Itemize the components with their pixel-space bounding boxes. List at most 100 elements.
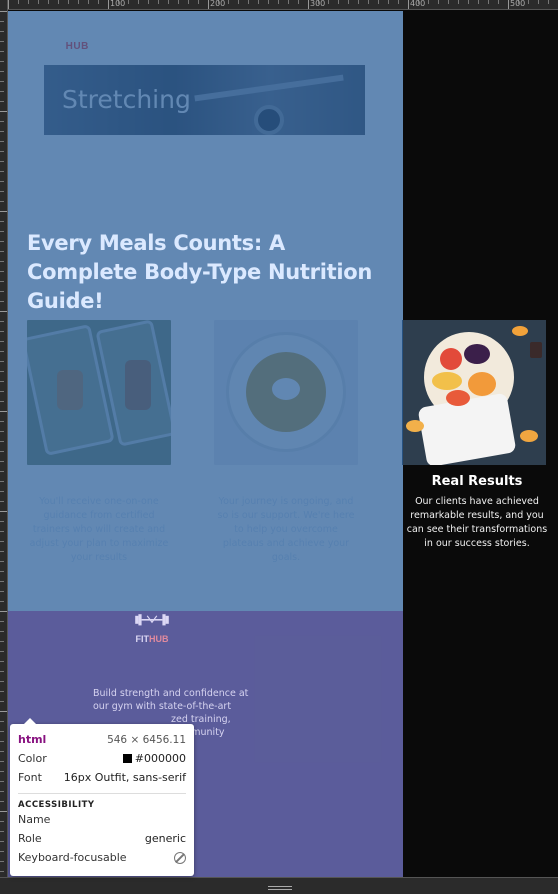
ruler-tick [0, 501, 4, 502]
ruler-tick [58, 0, 59, 4]
ruler-tick [0, 151, 4, 152]
ruler-tick [248, 0, 249, 4]
ruler-tick [0, 31, 4, 32]
ruler-tick [0, 341, 4, 342]
ruler-tick [0, 401, 4, 402]
ruler-tick [478, 0, 479, 4]
ruler-tick [358, 0, 359, 4]
ruler-tick [0, 511, 7, 512]
dumbbell-icon [135, 614, 169, 626]
ruler-tick [0, 771, 4, 772]
ruler-tick [308, 0, 309, 9]
brand-logo[interactable]: FITHUB [46, 21, 92, 52]
ruler-tick [0, 41, 4, 42]
ruler-tick [0, 581, 4, 582]
ruler-tick [0, 841, 4, 842]
inspect-tooltip: html 546 × 6456.11 Color #000000 Font 16… [10, 718, 194, 876]
ruler-tick [138, 0, 139, 4]
ruler-label: 500 [510, 0, 526, 8]
ruler-tick [228, 0, 229, 4]
ruler-tick [0, 541, 4, 542]
ruler-tick [298, 0, 299, 4]
color-value: #000000 [122, 752, 186, 765]
ruler-tick [428, 0, 429, 4]
resize-handle-icon[interactable] [268, 886, 292, 890]
color-swatch [122, 754, 132, 763]
ruler-tick [0, 691, 4, 692]
ruler-tick [0, 761, 4, 762]
ruler-tick [0, 201, 4, 202]
devtools-resize-bar[interactable] [0, 877, 558, 894]
ruler-tick [0, 861, 4, 862]
card-description: You'll receive one-on-one guidance from … [29, 496, 169, 563]
ruler-tick [198, 0, 199, 4]
ruler-tick [0, 91, 4, 92]
ruler-tick [88, 0, 89, 4]
ruler-tick [108, 0, 109, 9]
ruler-tick [378, 0, 379, 4]
ruler-tick [238, 0, 239, 4]
brand-wordmark: FITHUB [49, 41, 89, 52]
ruler-tick [188, 0, 189, 4]
role-value: generic [144, 832, 186, 845]
ruler-tick [0, 831, 4, 832]
ruler-tick [408, 0, 409, 9]
ruler-tick [0, 671, 4, 672]
ruler-tick [0, 281, 4, 282]
ruler-tick [18, 0, 19, 4]
ruler-tick [0, 461, 4, 462]
ruler-tick [458, 0, 459, 4]
ruler-tick [338, 0, 339, 4]
ruler-tick [168, 0, 169, 4]
ruler-tick [0, 631, 4, 632]
ruler-tick [128, 0, 129, 4]
ruler-tick [0, 71, 4, 72]
ruler-tick [258, 0, 259, 4]
hero-banner: Stretching [44, 65, 365, 135]
ruler-tick [278, 0, 279, 4]
ruler-tick [78, 0, 79, 4]
ruler-tick [0, 81, 4, 82]
ruler-tick [0, 101, 4, 102]
ruler-tick [0, 591, 4, 592]
ruler-tick [0, 711, 7, 712]
card-title: Ongoing Support [223, 474, 349, 489]
ruler-tick [0, 821, 4, 822]
element-dimensions: 546 × 6456.11 [107, 733, 186, 746]
ruler-tick [0, 231, 4, 232]
ruler-tick [0, 521, 4, 522]
name-label: Name [18, 813, 51, 826]
accessibility-heading: ACCESSIBILITY [18, 793, 186, 810]
element-tag: html [18, 733, 47, 746]
ruler-tick [158, 0, 159, 4]
card-title: Real Results [431, 474, 523, 489]
ruler-tick [0, 291, 4, 292]
font-label: Font [18, 771, 42, 784]
ruler-tick [0, 181, 4, 182]
footer-logo[interactable]: FITHUB [130, 611, 174, 646]
ruler-tick [0, 551, 4, 552]
ruler-tick [0, 491, 4, 492]
ruler-tick [0, 421, 4, 422]
ruler-tick [0, 601, 4, 602]
ruler-tick [0, 651, 4, 652]
ruler-tick [288, 0, 289, 4]
ruler-label: 300 [310, 0, 326, 8]
ruler-tick [0, 301, 4, 302]
ruler-tick [0, 471, 4, 472]
ruler-tick [0, 241, 4, 242]
ruler-tick [268, 0, 269, 4]
ruler-tick [0, 411, 7, 412]
ruler-tick [0, 221, 4, 222]
ruler-tick [0, 161, 4, 162]
ruler-tick [0, 641, 4, 642]
feature-card-expert-guidance: Expert Guidance You'll receive one-on-on… [26, 320, 172, 565]
ruler-tick [0, 561, 4, 562]
ruler-tick [0, 451, 4, 452]
ruler-tick [548, 0, 549, 4]
ruler-tick [438, 0, 439, 4]
ruler-tick [0, 271, 4, 272]
ruler-tick [528, 0, 529, 4]
ruler-tick [448, 0, 449, 4]
ruler-tick [0, 21, 4, 22]
